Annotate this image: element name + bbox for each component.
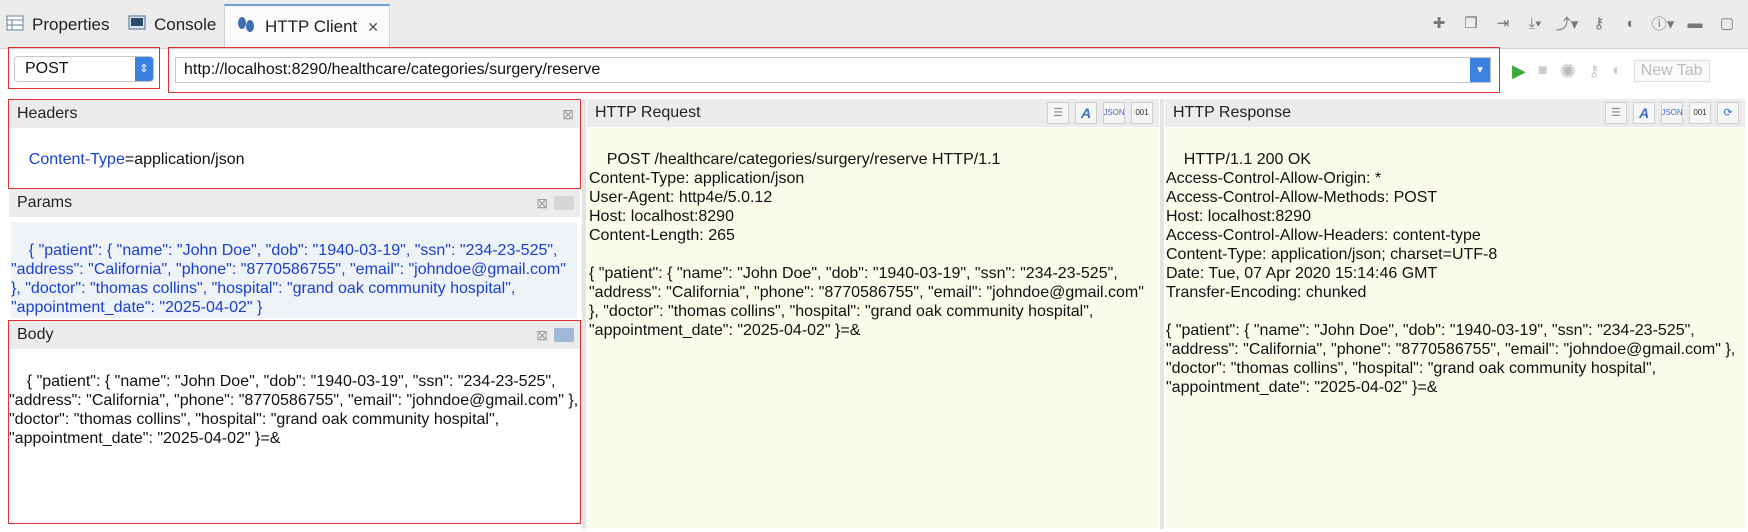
params-title: Params	[17, 194, 73, 211]
params-content: { "patient": { "name": "John Doe", "dob"…	[11, 242, 571, 316]
url-highlight: http://localhost:8290/healthcare/categor…	[168, 47, 1500, 93]
http-request-text: POST /healthcare/categories/surgery/rese…	[589, 151, 1144, 339]
http-response-title: HTTP Response	[1173, 104, 1291, 121]
body-title: Body	[17, 326, 54, 343]
clear-icon[interactable]: ⊠	[562, 100, 574, 128]
font-icon[interactable]: A	[1633, 102, 1655, 124]
copy-icon[interactable]: ❐	[1460, 12, 1482, 34]
settings-icon[interactable]: ✺	[1560, 59, 1577, 84]
pin-icon[interactable]: ⇥	[1492, 12, 1514, 34]
folder-icon[interactable]	[554, 328, 574, 342]
hex-icon[interactable]: 001	[1689, 102, 1711, 124]
tab-properties[interactable]: Properties	[6, 6, 109, 44]
header-value: =application/json	[124, 151, 245, 168]
new-tab-button[interactable]: New Tab	[1633, 60, 1710, 82]
clear-icon[interactable]: ⊠	[536, 189, 548, 217]
close-tab-icon[interactable]: ✕	[367, 19, 379, 36]
splitter[interactable]	[582, 99, 586, 529]
headers-editor[interactable]: Content-Type=application/json	[11, 131, 577, 185]
add-icon[interactable]: ✚	[1428, 12, 1450, 34]
tab-label: Console	[154, 15, 217, 34]
run-icon[interactable]: ▶	[1512, 61, 1526, 82]
import-icon[interactable]: ⤓▾	[1524, 12, 1546, 34]
refresh-icon[interactable]: ⟳	[1717, 102, 1739, 124]
http-request-content[interactable]: POST /healthcare/categories/surgery/rese…	[589, 131, 1155, 526]
minimize-icon[interactable]: ▬	[1684, 12, 1706, 34]
tab-console[interactable]: Console	[128, 6, 216, 44]
url-input[interactable]: http://localhost:8290/healthcare/categor…	[175, 57, 1491, 83]
params-header: Params ⊠	[9, 189, 580, 217]
body-editor[interactable]: { "patient": { "name": "John Doe", "dob"…	[9, 353, 579, 521]
view-toolbar: ✚ ❐ ⇥ ⤓▾ ⤴▾ ⚷ ◐ ⓘ▾ ▬ ▢	[1428, 8, 1738, 38]
http-response-text: HTTP/1.1 200 OK Access-Control-Allow-Ori…	[1166, 151, 1736, 396]
headers-title: Headers	[17, 105, 78, 122]
hex-icon[interactable]: 001	[1131, 102, 1153, 124]
tab-http-client[interactable]: HTTP Client ✕	[224, 4, 390, 48]
tab-label: Properties	[32, 15, 110, 34]
console-icon	[128, 15, 146, 36]
method-select[interactable]: POST ⇕	[14, 56, 154, 82]
json-icon[interactable]: JSON	[1103, 102, 1125, 124]
key-icon[interactable]: ⚷	[1588, 12, 1610, 34]
method-value: POST	[25, 60, 69, 77]
request-toolbar: ▶ ■ ✺ ⚷ ◐ New Tab	[1512, 56, 1710, 86]
http-client-icon	[235, 15, 257, 40]
params-editor[interactable]: { "patient": { "name": "John Doe", "dob"…	[11, 222, 577, 318]
body-actions: ⊠	[536, 323, 574, 347]
stop-icon[interactable]: ■	[1538, 62, 1548, 80]
maximize-icon[interactable]: ▢	[1716, 12, 1738, 34]
tab-label: HTTP Client	[265, 17, 358, 36]
headers-actions: ⊠	[562, 102, 574, 126]
method-highlight: POST ⇕	[8, 47, 160, 89]
http-request-title: HTTP Request	[595, 104, 701, 121]
http-response-content[interactable]: HTTP/1.1 200 OK Access-Control-Allow-Ori…	[1166, 131, 1741, 526]
folder-icon[interactable]	[554, 196, 574, 210]
raw-view-icon[interactable]: ☰	[1047, 102, 1069, 124]
export-icon[interactable]: ⤴▾	[1556, 12, 1579, 34]
toggle-icon[interactable]: ◐	[1612, 62, 1622, 80]
toggle-icon[interactable]: ◐	[1620, 12, 1642, 34]
info-icon[interactable]: ⓘ▾	[1652, 12, 1675, 34]
body-content: { "patient": { "name": "John Doe", "dob"…	[9, 373, 583, 447]
body-header: Body ⊠	[9, 321, 580, 349]
http-response-header: HTTP Response ☰ A JSON 001 ⟳	[1165, 99, 1745, 127]
properties-icon	[6, 15, 24, 36]
header-key: Content-Type	[28, 151, 125, 168]
http-response-actions: ☰ A JSON 001 ⟳	[1605, 101, 1739, 125]
json-icon[interactable]: JSON	[1661, 102, 1683, 124]
chevron-down-icon[interactable]: ▾	[1470, 58, 1490, 82]
http-request-actions: ☰ A JSON 001	[1047, 101, 1153, 125]
view-tab-bar: Properties Console HTTP Client ✕ ✚ ❐ ⇥ ⤓…	[0, 0, 1748, 49]
font-icon[interactable]: A	[1075, 102, 1097, 124]
url-value: http://localhost:8290/healthcare/categor…	[184, 61, 601, 78]
http-client-window: Properties Console HTTP Client ✕ ✚ ❐ ⇥ ⤓…	[0, 0, 1748, 532]
updown-arrows-icon[interactable]: ⇕	[135, 57, 153, 81]
headers-header: Headers ⊠	[9, 100, 580, 128]
splitter[interactable]	[1160, 99, 1164, 529]
params-actions: ⊠	[536, 191, 574, 215]
raw-view-icon[interactable]: ☰	[1605, 102, 1627, 124]
clear-icon[interactable]: ⊠	[536, 321, 548, 349]
key-icon[interactable]: ⚷	[1588, 61, 1600, 81]
http-request-header: HTTP Request ☰ A JSON 001	[587, 99, 1159, 127]
